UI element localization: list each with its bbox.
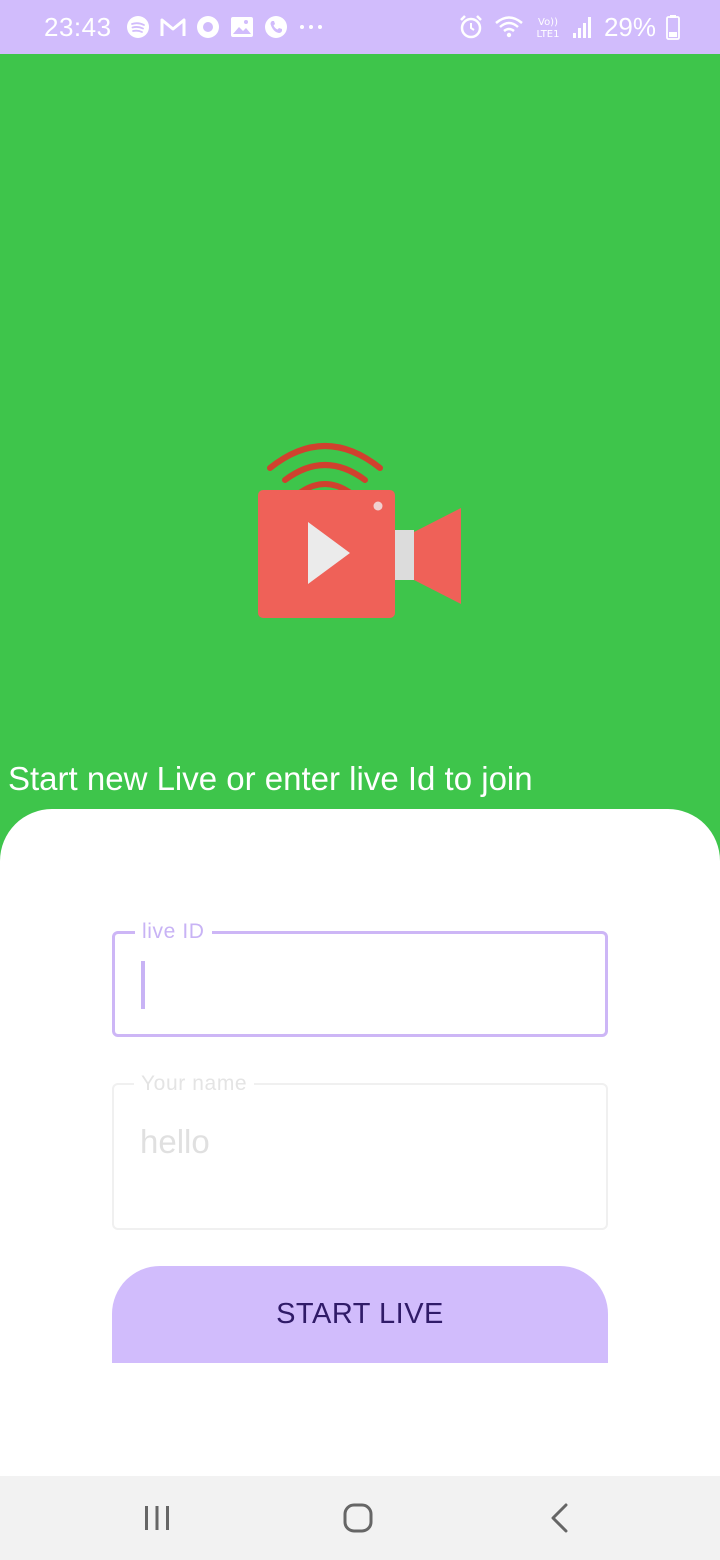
home-button[interactable] xyxy=(308,1476,408,1560)
back-button[interactable] xyxy=(510,1476,610,1560)
status-bar: 23:43 Vo)) LTE1 29% xyxy=(0,0,720,54)
name-value[interactable]: hello xyxy=(140,1123,210,1161)
circle-app-icon xyxy=(196,16,219,38)
recents-button[interactable] xyxy=(107,1476,207,1560)
back-icon xyxy=(551,1503,568,1533)
battery-icon xyxy=(666,15,680,40)
wifi-icon xyxy=(495,16,523,38)
battery-percent: 29% xyxy=(603,11,656,42)
more-icon xyxy=(299,25,322,29)
name-field[interactable]: Your name hello xyxy=(112,1072,608,1230)
svg-text:LTE1: LTE1 xyxy=(536,29,559,40)
status-time: 23:43 xyxy=(44,11,112,42)
spotify-icon xyxy=(126,16,149,38)
phone-icon xyxy=(264,16,287,38)
gmail-icon xyxy=(160,18,186,36)
start-live-button[interactable]: START LIVE xyxy=(112,1266,608,1363)
home-icon xyxy=(343,1503,373,1533)
alarm-icon xyxy=(460,15,482,39)
volte-lte-icon: Vo)) LTE1 xyxy=(536,17,559,40)
name-label: Your name xyxy=(134,1072,255,1096)
live-video-camera-icon xyxy=(258,443,461,618)
live-id-label: live ID xyxy=(135,920,212,944)
svg-text:Vo)): Vo)) xyxy=(538,17,558,28)
status-bar-right: Vo)) LTE1 29% xyxy=(458,0,680,54)
navigation-bar xyxy=(0,1476,720,1560)
recents-icon xyxy=(145,1506,169,1530)
gallery-icon xyxy=(230,17,253,37)
live-id-field[interactable]: live ID xyxy=(112,920,608,1037)
text-cursor xyxy=(141,961,145,1009)
status-bar-left: 23:43 xyxy=(44,0,324,54)
notification-icons xyxy=(126,15,324,39)
page-subtitle: Start new Live or enter live Id to join xyxy=(8,760,533,797)
signal-icon xyxy=(572,17,591,38)
